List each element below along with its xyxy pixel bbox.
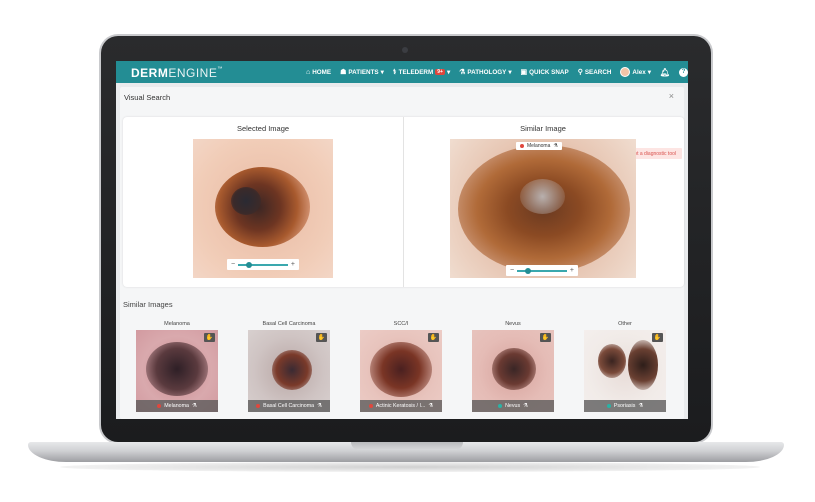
screen: DERMENGINE™ ⌂ HOME ☗ PATIENTS ▾ ⚕ TELEDERM 9+… <box>116 61 688 419</box>
thumb-category: Nevus <box>505 321 521 327</box>
similar-item-scc[interactable]: SCC/I ✋ Actinic Keratosis / I... ⚗ <box>359 321 443 412</box>
webcam <box>402 47 408 53</box>
zoom-out-button[interactable]: − <box>510 267 514 274</box>
close-button[interactable]: × <box>669 91 674 101</box>
app-logo[interactable]: DERMENGINE™ <box>131 66 223 80</box>
caret-down-icon: ▾ <box>647 68 651 76</box>
telederm-icon: ⚕ <box>392 68 397 76</box>
status-dot <box>520 144 524 148</box>
help-button[interactable]: ? <box>679 67 688 77</box>
zoom-slider[interactable]: − + <box>506 265 578 276</box>
thumb-category: SCC/I <box>393 321 409 327</box>
microscope-icon: ⚗ <box>191 403 197 409</box>
thumb-footer: Actinic Keratosis / I... ⚗ <box>360 400 442 412</box>
similar-image[interactable]: Melanoma ⚗ − + <box>450 139 636 278</box>
selected-image[interactable]: − + <box>193 139 333 278</box>
visual-search-panel: Visual Search × ⓘ Not a diagnostic tool … <box>120 87 684 419</box>
zoom-in-button[interactable]: + <box>570 267 574 274</box>
nav-home[interactable]: ⌂ HOME <box>306 69 331 76</box>
dislike-icon[interactable]: ✋ <box>540 333 551 342</box>
microscope-icon: ⚗ <box>523 403 528 409</box>
avatar <box>620 67 631 77</box>
thumbnail-image[interactable]: ✋ Psoriasis ⚗ <box>584 330 666 412</box>
thumb-footer: Nevus ⚗ <box>472 400 554 412</box>
thumb-category: Melanoma <box>164 321 190 327</box>
dislike-icon[interactable]: ✋ <box>652 333 663 342</box>
caret-down-icon: ▾ <box>380 68 384 76</box>
notifications-button[interactable]: 🔔︎ <box>660 68 670 77</box>
top-navbar: DERMENGINE™ ⌂ HOME ☗ PATIENTS ▾ ⚕ TELEDERM 9+… <box>116 61 688 83</box>
microscope-icon: ⚗ <box>317 403 322 409</box>
thumb-category: Basal Cell Carcinoma <box>262 321 316 327</box>
microscope-icon: ⚗ <box>428 403 434 409</box>
user-menu[interactable]: Alex ▾ <box>620 67 651 77</box>
diagnosis-tag: Melanoma ⚗ <box>516 142 562 150</box>
laptop-notch <box>351 442 463 450</box>
thumbnail-image[interactable]: ✋ Basal Cell Carcinoma ⚗ <box>248 330 330 412</box>
bell-icon: 🔔︎ <box>659 67 671 77</box>
similar-item-other[interactable]: Other ✋ Psoriasis ⚗ <box>583 321 667 412</box>
thumb-category: Other <box>618 321 632 327</box>
nav-telederm[interactable]: ⚕ TELEDERM 9+ ▾ <box>393 69 450 76</box>
dislike-icon[interactable]: ✋ <box>316 333 327 342</box>
slider-handle[interactable] <box>246 261 253 268</box>
caret-down-icon: ▾ <box>446 68 451 76</box>
zoom-slider[interactable]: − + <box>227 259 299 270</box>
similar-item-nevus[interactable]: Nevus ✋ Nevus ⚗ <box>471 321 555 412</box>
notification-badge: 9+ <box>435 69 445 75</box>
divider <box>403 117 404 287</box>
camera-icon: ▣ <box>520 68 528 76</box>
similar-item-bcc[interactable]: Basal Cell Carcinoma ✋ Basal Cell Carcin… <box>247 321 331 412</box>
zoom-out-button[interactable]: − <box>231 261 235 268</box>
microscope-icon: ⚗ <box>459 68 466 76</box>
slider-handle[interactable] <box>525 267 532 274</box>
microscope-icon: ⚗ <box>553 143 558 149</box>
microscope-icon: ⚗ <box>638 403 644 409</box>
dislike-icon[interactable]: ✋ <box>428 333 439 342</box>
thumb-footer: Melanoma ⚗ <box>136 400 218 412</box>
help-icon: ? <box>679 67 688 77</box>
search-icon: ⚲ <box>577 68 583 76</box>
laptop-shadow <box>60 462 760 472</box>
nav-pathology[interactable]: ⚗ PATHOLOGY ▾ <box>459 69 511 76</box>
comparison-card: ⓘ Not a diagnostic tool Selected Image −… <box>123 117 684 287</box>
thumbnail-image[interactable]: ✋ Nevus ⚗ <box>472 330 554 412</box>
thumb-footer: Psoriasis ⚗ <box>584 400 666 412</box>
thumbnail-image[interactable]: ✋ Actinic Keratosis / I... ⚗ <box>360 330 442 412</box>
similar-images-title: Similar Images <box>123 300 173 309</box>
zoom-in-button[interactable]: + <box>291 261 295 268</box>
home-icon: ⌂ <box>306 68 311 76</box>
thumb-footer: Basal Cell Carcinoma ⚗ <box>248 400 330 412</box>
similar-image-title: Similar Image <box>520 124 566 133</box>
nav-patients[interactable]: ☗ PATIENTS ▾ <box>340 69 384 76</box>
nav-search[interactable]: ⚲ SEARCH <box>578 69 612 76</box>
panel-title: Visual Search <box>124 93 171 102</box>
main-nav: ⌂ HOME ☗ PATIENTS ▾ ⚕ TELEDERM 9+ ▾ ⚗ PATHOLOGY… <box>306 61 688 83</box>
similar-item-melanoma[interactable]: Melanoma ✋ Melanoma ⚗ <box>135 321 219 412</box>
caret-down-icon: ▾ <box>508 68 512 76</box>
nav-quick-snap[interactable]: ▣ QUICK SNAP <box>521 69 569 76</box>
users-icon: ☗ <box>340 68 347 76</box>
selected-image-title: Selected Image <box>236 124 290 133</box>
thumbnail-image[interactable]: ✋ Melanoma ⚗ <box>136 330 218 412</box>
dislike-icon[interactable]: ✋ <box>204 333 215 342</box>
